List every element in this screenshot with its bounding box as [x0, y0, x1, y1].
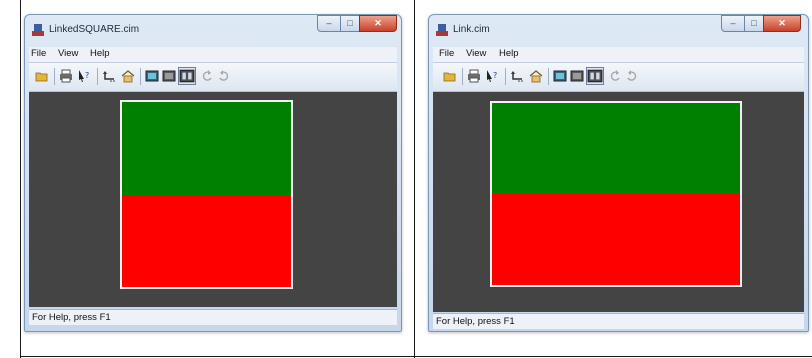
square-red-half — [122, 194, 291, 287]
print-icon[interactable] — [467, 69, 481, 83]
figure-border-bottom — [20, 356, 812, 357]
menu-file[interactable]: File — [439, 48, 454, 59]
status-text: For Help, press F1 — [436, 316, 515, 327]
window-title: LinkedSQUARE.cim — [49, 24, 140, 35]
view-mode-2-icon[interactable] — [162, 69, 176, 83]
go-back-icon[interactable] — [102, 69, 116, 83]
rotate-right-icon[interactable] — [217, 69, 231, 83]
open-folder-icon[interactable] — [35, 69, 49, 83]
rotate-right-icon[interactable] — [625, 69, 639, 83]
menu-help[interactable]: Help — [90, 48, 110, 59]
linked-rectangle[interactable] — [490, 101, 742, 287]
view-mode-1-icon[interactable] — [145, 69, 159, 83]
figure-border-left — [20, 0, 21, 358]
print-icon[interactable] — [59, 69, 73, 83]
menu-help[interactable]: Help — [499, 48, 519, 59]
svg-text:?: ? — [85, 71, 89, 80]
app-window-link: Link.cim – □ ✕ File View Help ? For Help… — [428, 14, 809, 332]
minimize-button[interactable]: – — [317, 15, 341, 32]
home-icon[interactable] — [529, 69, 543, 83]
menu-bar: File View Help — [433, 47, 804, 63]
rectangle-green-half — [492, 103, 740, 194]
status-bar: For Help, press F1 — [29, 309, 397, 325]
go-back-icon[interactable] — [510, 69, 524, 83]
view-mode-3-icon — [179, 69, 195, 83]
context-help-icon[interactable]: ? — [77, 69, 91, 83]
toolbar-separator — [505, 68, 506, 85]
menu-view[interactable]: View — [466, 48, 486, 59]
view-mode-1-icon[interactable] — [553, 69, 567, 83]
home-icon[interactable] — [121, 69, 135, 83]
toolbar-separator — [548, 68, 549, 85]
view-mode-3-icon — [587, 69, 603, 83]
drawing-canvas[interactable] — [433, 92, 804, 312]
toolbar: ? — [433, 63, 804, 92]
close-button[interactable]: ✕ — [763, 15, 801, 32]
maximize-button[interactable]: □ — [340, 15, 360, 32]
linked-square[interactable] — [120, 100, 293, 289]
toolbar-separator — [54, 68, 55, 85]
menu-bar: File View Help — [29, 47, 397, 63]
toolbar-separator — [97, 68, 98, 85]
context-help-icon[interactable]: ? — [485, 69, 499, 83]
status-bar: For Help, press F1 — [433, 313, 804, 329]
rotate-left-icon[interactable] — [200, 69, 214, 83]
toolbar-separator — [462, 68, 463, 85]
maximize-button[interactable]: □ — [744, 15, 764, 32]
close-button[interactable]: ✕ — [359, 15, 397, 32]
toolbar: ? — [29, 63, 397, 92]
view-mode-3-button[interactable] — [178, 67, 196, 85]
menu-file[interactable]: File — [31, 48, 46, 59]
app-icon — [436, 24, 448, 36]
figure-divider — [414, 0, 415, 358]
status-text: For Help, press F1 — [32, 312, 111, 323]
view-mode-3-button[interactable] — [586, 67, 604, 85]
menu-view[interactable]: View — [58, 48, 78, 59]
minimize-button[interactable]: – — [721, 15, 745, 32]
view-mode-2-icon[interactable] — [570, 69, 584, 83]
app-window-linkedsquare: LinkedSQUARE.cim – □ ✕ File View Help ? … — [24, 14, 402, 332]
rotate-left-icon[interactable] — [608, 69, 622, 83]
svg-text:?: ? — [493, 71, 497, 80]
square-green-half — [122, 102, 291, 195]
title-bar[interactable]: Link.cim – □ ✕ — [429, 15, 808, 45]
app-icon — [32, 24, 44, 36]
toolbar-separator — [140, 68, 141, 85]
title-bar[interactable]: LinkedSQUARE.cim – □ ✕ — [25, 15, 401, 45]
rectangle-red-half — [492, 194, 740, 285]
open-folder-icon[interactable] — [443, 69, 457, 83]
window-title: Link.cim — [453, 24, 490, 35]
drawing-canvas[interactable] — [29, 92, 397, 307]
